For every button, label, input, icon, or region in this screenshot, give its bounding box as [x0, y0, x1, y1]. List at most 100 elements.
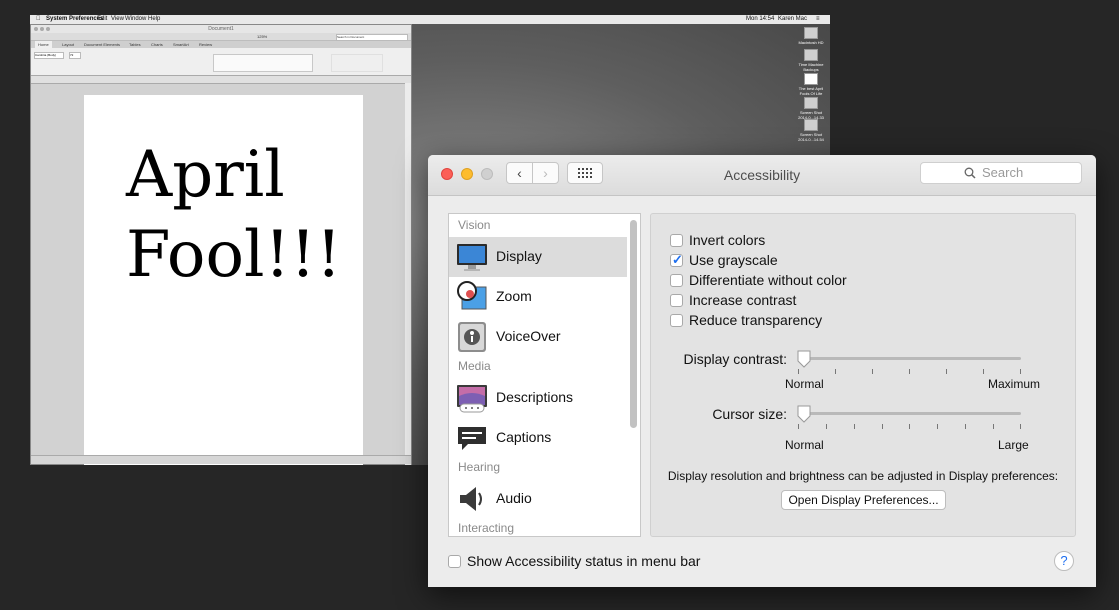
invert-colors-label: Invert colors — [689, 232, 766, 248]
display-contrast-knob[interactable] — [797, 350, 811, 368]
differentiate-without-color-label: Differentiate without color — [689, 272, 847, 288]
sidebar-item-zoom[interactable]: Zoom — [449, 277, 627, 317]
word-close-button[interactable] — [34, 27, 38, 31]
show-status-checkbox[interactable] — [448, 555, 461, 568]
cursor-size-min-label: Normal — [785, 438, 824, 452]
section-vision: Vision — [458, 218, 491, 232]
word-title: Document1 — [208, 26, 234, 32]
word-vertical-scrollbar[interactable] — [405, 83, 411, 465]
word-tab-tables[interactable]: Tables — [126, 41, 144, 48]
open-display-preferences-button[interactable]: Open Display Preferences... — [781, 490, 946, 510]
audio-icon — [460, 487, 482, 511]
reduce-transparency-label: Reduce transparency — [689, 312, 823, 328]
sidebar-item-label: Display — [496, 248, 542, 264]
display-contrast-slider[interactable] — [798, 357, 1021, 360]
cursor-size-ticks — [798, 424, 1021, 430]
sidebar-item-audio[interactable]: Audio — [449, 479, 627, 519]
increase-contrast-checkbox[interactable] — [670, 294, 683, 307]
search-input[interactable]: Search — [920, 162, 1082, 184]
differentiate-without-color-checkbox[interactable] — [670, 274, 683, 287]
display-contrast-max-label: Maximum — [988, 377, 1041, 391]
word-tab-document-elements[interactable]: Document Elements — [81, 41, 123, 48]
accessibility-window: ‹ › Accessibility Search Vision Display … — [428, 155, 1096, 587]
category-sidebar[interactable]: Vision Display Zoom VoiceOver Media Desc… — [448, 213, 641, 537]
help-button[interactable]: ? — [1054, 551, 1074, 571]
reduce-transparency-checkbox[interactable] — [670, 314, 683, 327]
sidebar-item-captions[interactable]: Captions — [449, 418, 627, 458]
display-icon — [457, 244, 487, 271]
sidebar-item-display[interactable]: Display — [449, 237, 627, 277]
voiceover-icon — [458, 322, 486, 352]
section-hearing: Hearing — [458, 460, 501, 474]
sidebar-item-voiceover[interactable]: VoiceOver — [449, 317, 627, 357]
display-settings-panel: Invert colors Use grayscale Differentiat… — [650, 213, 1076, 537]
document-text[interactable]: April Fool!!! — [126, 135, 342, 295]
cursor-size-knob[interactable] — [797, 405, 811, 423]
word-styles-gallery[interactable] — [213, 54, 313, 72]
word-toolbar: 125% Search in Document — [31, 33, 411, 41]
section-interacting: Interacting — [458, 521, 515, 535]
descriptions-icon — [457, 385, 487, 413]
desktop-icon-screenshot-2[interactable]: Screen Shot 2014-0...14.54 — [797, 119, 825, 142]
display-preferences-note: Display resolution and brightness can be… — [667, 469, 1059, 483]
show-status-label: Show Accessibility status in menu bar — [467, 553, 701, 569]
menu-window[interactable]: Window — [125, 15, 146, 24]
increase-contrast-label: Increase contrast — [689, 292, 797, 308]
sidebar-item-label: VoiceOver — [496, 328, 561, 344]
menu-bar:  System Preferences Edit View Window He… — [30, 15, 830, 24]
word-status-bar — [31, 455, 411, 464]
use-grayscale-label: Use grayscale — [689, 252, 778, 268]
menu-help[interactable]: Help — [148, 15, 160, 24]
word-tab-layout[interactable]: Layout — [59, 41, 77, 48]
word-tab-charts[interactable]: Charts — [148, 41, 166, 48]
section-media: Media — [458, 359, 491, 373]
sidebar-scrollbar[interactable] — [630, 220, 637, 428]
word-tab-home[interactable]: Home — [35, 41, 52, 48]
desktop-icon-macintosh-hd[interactable]: Macintosh HD — [797, 27, 825, 45]
search-placeholder: Search — [982, 165, 1024, 180]
word-ribbon-tabs: Home Layout Document Elements Tables Cha… — [31, 41, 411, 48]
apple-menu-icon[interactable]:  — [36, 15, 41, 24]
word-tab-review[interactable]: Review — [196, 41, 215, 48]
captions-icon — [458, 427, 486, 450]
sidebar-item-label: Audio — [496, 490, 532, 506]
display-contrast-ticks — [798, 369, 1021, 375]
display-contrast-label: Display contrast: — [683, 351, 787, 367]
menu-user[interactable]: Karen Mac — [778, 15, 807, 24]
word-insert-group[interactable] — [331, 54, 383, 72]
invert-colors-checkbox[interactable] — [670, 234, 683, 247]
display-contrast-min-label: Normal — [785, 377, 824, 391]
menu-view[interactable]: View — [111, 15, 124, 24]
word-search-input[interactable]: Search in Document — [336, 34, 408, 41]
word-titlebar: Document1 — [31, 25, 411, 33]
cursor-size-slider[interactable] — [798, 412, 1021, 415]
use-grayscale-checkbox[interactable] — [670, 252, 683, 268]
desktop-icon-screenshot-1[interactable]: Screen Shot 2014-0...14.33 — [797, 97, 825, 120]
zoom-icon — [457, 281, 487, 310]
search-icon — [964, 163, 976, 185]
word-ruler — [31, 76, 411, 84]
word-window: Document1 125% Search in Document Home L… — [30, 24, 412, 465]
help-icon: ? — [1060, 553, 1068, 568]
word-font-size[interactable]: 72 — [69, 52, 81, 59]
word-zoom-button[interactable] — [46, 27, 50, 31]
word-tab-smartart[interactable]: SmartArt — [170, 41, 192, 48]
document-page[interactable]: April Fool!!! — [84, 95, 363, 465]
menu-app-name[interactable]: System Preferences — [46, 15, 103, 24]
menu-edit[interactable]: Edit — [97, 15, 107, 24]
desktop-background:  System Preferences Edit View Window He… — [0, 0, 1119, 610]
sidebar-item-label: Zoom — [496, 288, 532, 304]
menu-list-icon[interactable]: ≡ — [816, 15, 820, 24]
sidebar-item-label: Descriptions — [496, 389, 574, 405]
cursor-size-label: Cursor size: — [712, 406, 787, 422]
word-minimize-button[interactable] — [40, 27, 44, 31]
sidebar-item-descriptions[interactable]: Descriptions — [449, 378, 627, 418]
menu-clock[interactable]: Mon 14:54 — [746, 15, 774, 24]
word-font-name[interactable]: Cambria (Body) — [34, 52, 64, 59]
word-ribbon: Cambria (Body) 72 — [31, 48, 411, 76]
sidebar-item-label: Captions — [496, 429, 552, 445]
word-zoom-level[interactable]: 125% — [257, 33, 267, 40]
prefs-titlebar: ‹ › Accessibility Search — [428, 155, 1096, 196]
cursor-size-max-label: Large — [998, 438, 1029, 452]
desktop-icon-time-machine[interactable]: Time Machine Backups — [797, 49, 825, 72]
